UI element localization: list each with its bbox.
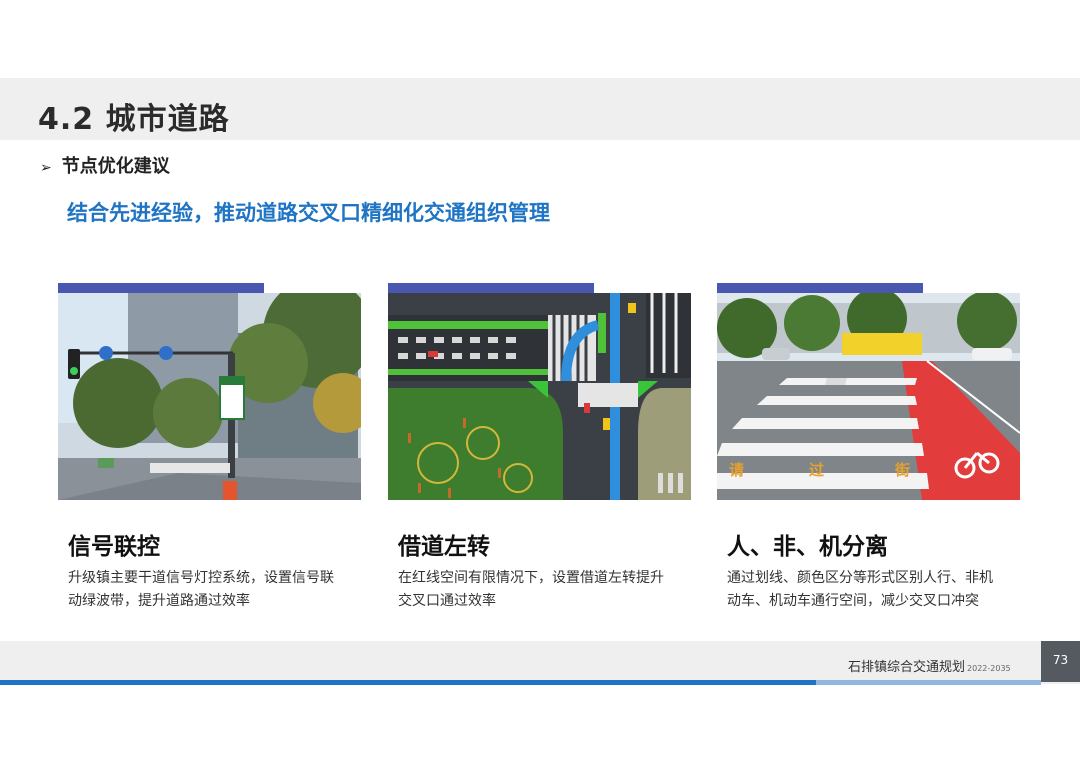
intersection-diagram [388,293,691,500]
page-title: 4.2 城市道路 [38,102,230,137]
card-desc-separation: 通过划线、颜色区分等形式区别人行、非机动车、机动车通行空间，减少交叉口冲突 [727,570,993,609]
card-desc-signal-control: 升级镇主要干道信号灯控系统，设置信号联动绿波带，提升道路通过效率 [68,570,334,609]
traffic-signal-photo [58,293,361,500]
footer-accent-line [0,680,816,685]
card-title-borrow-lane: 借道左转 [398,534,490,560]
card-title-signal-control: 信号联控 [68,534,160,560]
section-subtitle: ➢ 节点优化建议 [40,152,170,178]
road-text-1: 请 [729,461,745,479]
slogan: 结合先进经验，推动道路交叉口精细化交通组织管理 [67,201,550,225]
crosswalk-photo [717,293,1020,500]
road-text-2: 过 [809,461,825,479]
bullet-arrow-icon: ➢ [40,160,52,176]
footer-accent-line-light [816,680,1041,685]
footer-doc-title: 石排镇综合交通规划 2022-2035 [848,656,1011,675]
section-subtitle-text: 节点优化建议 [61,156,170,177]
footer-years: 2022-2035 [967,664,1011,673]
page-number: 73 [1041,641,1080,682]
road-text-3: 街 [895,461,911,479]
footer-doc-title-text: 石排镇综合交通规划 [848,660,966,675]
card-title-separation: 人、非、机分离 [727,534,888,560]
card-desc-borrow-lane: 在红线空间有限情况下，设置借道左转提升交叉口通过效率 [398,570,664,609]
